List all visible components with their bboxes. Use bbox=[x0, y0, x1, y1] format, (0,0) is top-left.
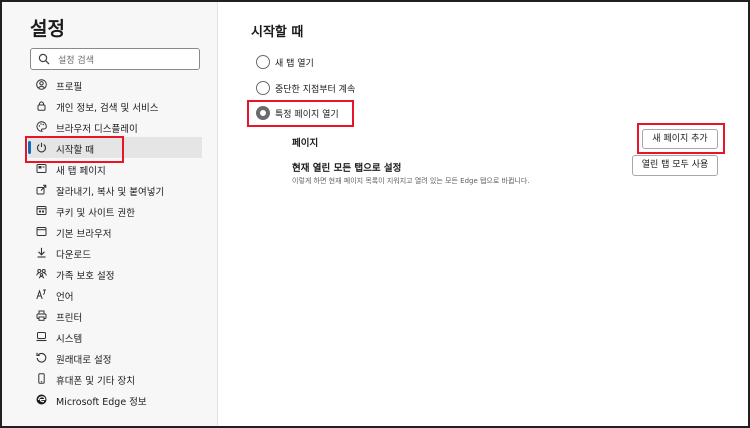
sidebar-item-system[interactable]: 시스템 bbox=[28, 326, 202, 347]
reset-icon bbox=[36, 352, 47, 363]
pages-label: 페이지 bbox=[292, 138, 319, 149]
sidebar-item-label: 브라우저 디스플레이 bbox=[56, 124, 138, 135]
option-continue-label[interactable]: 중단한 지점부터 계속 bbox=[275, 82, 355, 95]
download-icon bbox=[36, 247, 47, 258]
language-icon bbox=[36, 289, 47, 300]
highlight-add-new-page bbox=[637, 123, 725, 154]
sidebar-item-downloads[interactable]: 다운로드 bbox=[28, 242, 202, 263]
phone-icon bbox=[36, 373, 47, 384]
sidebar-item-appearance[interactable]: 브라우저 디스플레이 bbox=[28, 116, 202, 137]
sidebar-item-reset-settings[interactable]: 원래대로 설정 bbox=[28, 347, 202, 368]
radio-continue-where-left-off[interactable] bbox=[256, 81, 270, 95]
use-all-open-tabs-button[interactable]: 열린 탭 모두 사용 bbox=[632, 155, 718, 176]
new-tab-icon bbox=[36, 163, 47, 174]
sidebar-item-family-safety[interactable]: 가족 보호 설정 bbox=[28, 263, 202, 284]
sidebar-item-profile[interactable]: 프로필 bbox=[28, 74, 202, 95]
sidebar-item-label: 원래대로 설정 bbox=[56, 355, 112, 366]
sidebar-item-languages[interactable]: 언어 bbox=[28, 284, 202, 305]
search-placeholder: 설정 검색 bbox=[58, 56, 94, 66]
option-open-new-tab-label[interactable]: 새 탭 열기 bbox=[275, 56, 314, 69]
printer-icon bbox=[36, 310, 47, 321]
sidebar-item-printers[interactable]: 프린터 bbox=[28, 305, 202, 326]
search-icon bbox=[38, 53, 50, 65]
search-input[interactable]: 설정 검색 bbox=[30, 48, 200, 70]
set-current-tabs-label: 현재 열린 모든 탭으로 설정 bbox=[292, 163, 402, 174]
sidebar-title: 설정 bbox=[30, 18, 65, 40]
edge-icon bbox=[36, 394, 47, 405]
sidebar-item-label: 프로필 bbox=[56, 82, 83, 93]
sidebar-item-default-browser[interactable]: 기본 브라우저 bbox=[28, 221, 202, 242]
browser-icon bbox=[36, 226, 47, 237]
sidebar-item-phone-devices[interactable]: 휴대폰 및 기타 장치 bbox=[28, 368, 202, 389]
family-icon bbox=[36, 268, 47, 279]
lock-icon bbox=[36, 100, 47, 111]
sidebar-item-label: 시스템 bbox=[56, 334, 83, 345]
sidebar-item-cookies-site-permissions[interactable]: 쿠키 및 사이트 권한 bbox=[28, 200, 202, 221]
sidebar-item-label: 기본 브라우저 bbox=[56, 229, 112, 240]
sidebar-item-label: 개인 정보, 검색 및 서비스 bbox=[56, 103, 159, 114]
sidebar-item-privacy[interactable]: 개인 정보, 검색 및 서비스 bbox=[28, 95, 202, 116]
sidebar-item-label: 휴대폰 및 기타 장치 bbox=[56, 376, 135, 387]
site-permissions-icon bbox=[36, 205, 47, 216]
sidebar-item-label: 잘라내기, 복사 및 붙여넣기 bbox=[56, 187, 165, 198]
palette-icon bbox=[36, 121, 47, 132]
system-icon bbox=[36, 331, 47, 342]
sidebar-item-label: 쿠키 및 사이트 권한 bbox=[56, 208, 135, 219]
sidebar-item-label: 새 탭 페이지 bbox=[56, 166, 106, 177]
sidebar-nav: 프로필 개인 정보, 검색 및 서비스 브라우저 디스플레이 시작할 때 새 탭… bbox=[28, 74, 202, 410]
sidebar-item-share-copy-paste[interactable]: 잘라내기, 복사 및 붙여넣기 bbox=[28, 179, 202, 200]
highlight-open-specific-pages bbox=[247, 100, 354, 127]
sidebar-item-label: 프린터 bbox=[56, 313, 83, 324]
radio-open-new-tab[interactable] bbox=[256, 55, 270, 69]
sidebar-item-label: 다운로드 bbox=[56, 250, 91, 261]
share-icon bbox=[36, 184, 47, 195]
sidebar-item-about-edge[interactable]: Microsoft Edge 정보 bbox=[28, 389, 202, 410]
sidebar-item-label: 언어 bbox=[56, 292, 74, 303]
sidebar-divider bbox=[217, 2, 218, 426]
sidebar-item-label: 가족 보호 설정 bbox=[56, 271, 115, 282]
profile-icon bbox=[36, 79, 47, 90]
highlight-sidebar-on-startup bbox=[25, 136, 124, 163]
page-title: 시작할 때 bbox=[251, 25, 304, 40]
set-current-tabs-description: 이렇게 하면 현재 페이지 목록이 지워지고 열려 있는 모든 Edge 탭으로… bbox=[292, 177, 530, 185]
sidebar-item-label: Microsoft Edge 정보 bbox=[56, 397, 147, 408]
